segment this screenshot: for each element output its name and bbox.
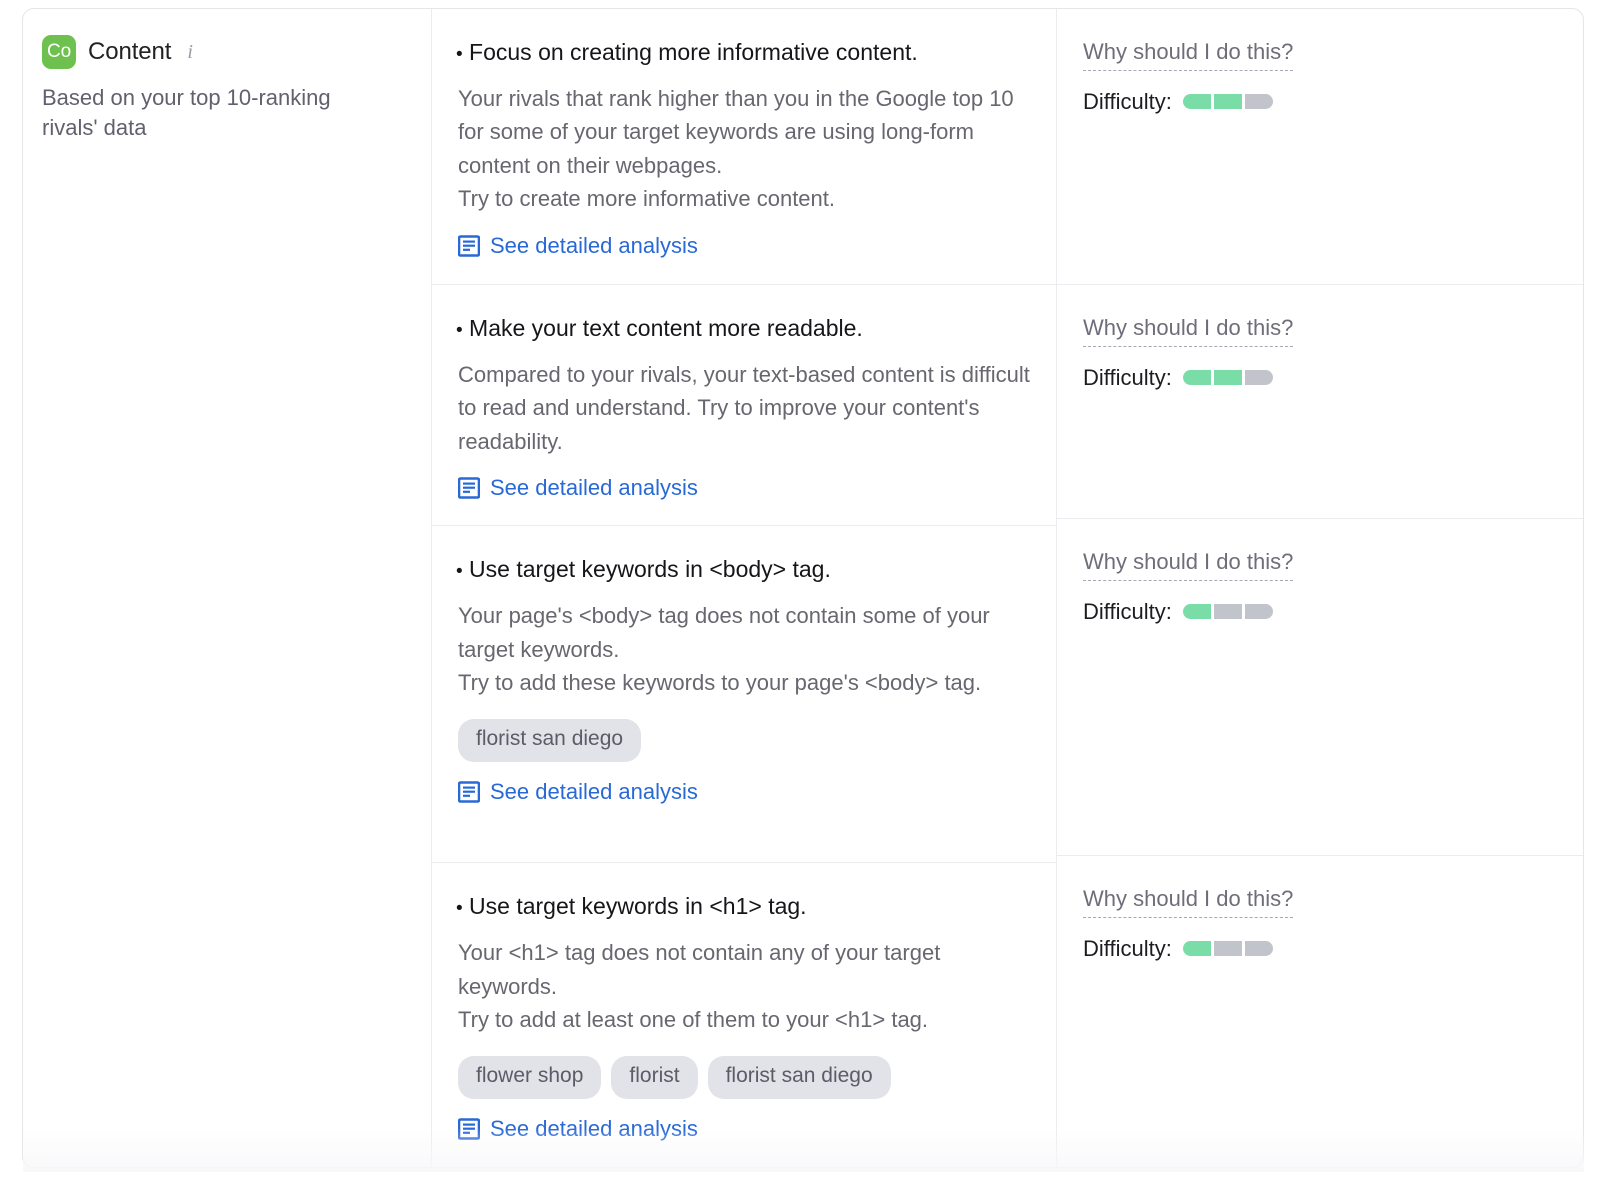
analysis-link-label: See detailed analysis <box>490 232 698 258</box>
content-category-card: Co Content i Based on your top 10-rankin… <box>22 8 1584 1168</box>
recommendation-title: • Use target keywords in <h1> tag. <box>456 892 1032 922</box>
recommendation-title-text: Make your text content more readable. <box>469 315 863 341</box>
difficulty-segment <box>1213 941 1242 956</box>
difficulty-label: Difficulty: <box>1083 88 1172 114</box>
analysis-link-label: See detailed analysis <box>490 778 698 804</box>
difficulty-segment <box>1244 604 1273 619</box>
difficulty-segment <box>1244 941 1273 956</box>
analysis-link-label: See detailed analysis <box>490 475 698 501</box>
category-header: Co Content i <box>42 35 411 69</box>
difficulty-row: Why should I do this? Difficulty: <box>1057 856 1583 1167</box>
description-line: Your <h1> tag does not contain any of yo… <box>458 940 941 999</box>
why-should-i-do-this-link[interactable]: Why should I do this? <box>1083 38 1294 71</box>
document-lines-icon <box>458 780 480 803</box>
why-should-i-do-this-link[interactable]: Why should I do this? <box>1083 885 1294 918</box>
recommendation-description: Your <h1> tag does not contain any of yo… <box>458 936 1032 1036</box>
keyword-chip[interactable]: florist <box>611 1056 698 1099</box>
recommendation-row: • Use target keywords in <h1> tag. Your … <box>432 863 1056 1167</box>
difficulty-label: Difficulty: <box>1083 935 1172 961</box>
recommendation-row: • Use target keywords in <body> tag. You… <box>432 526 1056 864</box>
recommendation-title-text: Focus on creating more informative conte… <box>469 39 918 65</box>
difficulty-row: Why should I do this? Difficulty: <box>1057 519 1583 856</box>
description-line: Your rivals that rank higher than you in… <box>458 85 1014 178</box>
description-line: Your page's <body> tag does not contain … <box>458 603 990 662</box>
keyword-chip-list: florist san diego <box>458 719 1032 762</box>
difficulty-meter: Difficulty: <box>1083 598 1559 624</box>
document-lines-icon <box>458 477 480 500</box>
keyword-chip[interactable]: florist san diego <box>458 719 642 762</box>
bullet-icon: • <box>456 561 463 583</box>
recommendation-title-text: Use target keywords in <h1> tag. <box>469 893 807 920</box>
recommendation-column: • Focus on creating more informative con… <box>432 9 1057 1167</box>
keyword-chip[interactable]: florist san diego <box>707 1056 891 1099</box>
recommendation-title-text: Use target keywords in <body> tag. <box>469 556 831 583</box>
recommendation-description: Your page's <body> tag does not contain … <box>458 599 1032 699</box>
difficulty-meter: Difficulty: <box>1083 364 1559 390</box>
recommendation-description: Your rivals that rank higher than you in… <box>458 82 1032 216</box>
recommendation-title: • Make your text content more readable. <box>456 314 1032 344</box>
difficulty-segment <box>1213 604 1242 619</box>
description-line: Try to add these keywords to your page's… <box>458 669 982 695</box>
why-should-i-do-this-link[interactable]: Why should I do this? <box>1083 314 1294 347</box>
difficulty-label: Difficulty: <box>1083 364 1172 390</box>
document-lines-icon <box>458 1117 480 1140</box>
difficulty-row: Why should I do this? Difficulty: <box>1057 9 1583 285</box>
difficulty-segment <box>1182 370 1211 385</box>
difficulty-meter: Difficulty: <box>1083 935 1559 961</box>
see-detailed-analysis-link[interactable]: See detailed analysis <box>458 778 1032 804</box>
keyword-chip[interactable]: flower shop <box>458 1056 602 1099</box>
difficulty-segment <box>1244 370 1273 385</box>
difficulty-bar <box>1182 94 1273 109</box>
why-should-i-do-this-link[interactable]: Why should I do this? <box>1083 548 1294 581</box>
see-detailed-analysis-link[interactable]: See detailed analysis <box>458 1115 1032 1141</box>
category-column: Co Content i Based on your top 10-rankin… <box>23 9 432 1167</box>
analysis-link-label: See detailed analysis <box>490 1115 698 1141</box>
difficulty-bar <box>1182 370 1273 385</box>
recommendation-row: • Make your text content more readable. … <box>432 285 1056 527</box>
recommendation-title: • Use target keywords in <body> tag. <box>456 555 1032 585</box>
recommendation-description: Compared to your rivals, your text-based… <box>458 358 1032 458</box>
difficulty-label: Difficulty: <box>1083 598 1172 624</box>
recommendation-title: • Focus on creating more informative con… <box>456 38 1032 68</box>
description-line: Try to create more informative content. <box>458 186 835 212</box>
difficulty-bar <box>1182 941 1273 956</box>
difficulty-row: Why should I do this? Difficulty: <box>1057 285 1583 519</box>
difficulty-bar <box>1182 604 1273 619</box>
difficulty-segment <box>1182 941 1211 956</box>
difficulty-segment <box>1213 94 1242 109</box>
document-lines-icon <box>458 234 480 257</box>
difficulty-column: Why should I do this? Difficulty: Why sh… <box>1057 9 1583 1167</box>
seo-recommendations-panel: Co Content i Based on your top 10-rankin… <box>0 0 1600 1181</box>
category-subtitle: Based on your top 10-ranking rivals' dat… <box>42 85 331 140</box>
content-badge-icon: Co <box>42 35 76 69</box>
difficulty-segment <box>1244 94 1273 109</box>
recommendations-grid: Co Content i Based on your top 10-rankin… <box>23 9 1583 1167</box>
difficulty-segment <box>1182 94 1211 109</box>
difficulty-meter: Difficulty: <box>1083 88 1559 114</box>
recommendation-row: • Focus on creating more informative con… <box>432 9 1056 285</box>
difficulty-segment <box>1182 604 1211 619</box>
info-icon[interactable]: i <box>187 42 193 62</box>
category-title: Content <box>88 38 172 65</box>
see-detailed-analysis-link[interactable]: See detailed analysis <box>458 232 1032 258</box>
bullet-icon: • <box>456 320 463 341</box>
keyword-chip-list: flower shop florist florist san diego <box>458 1056 1032 1099</box>
description-line: Compared to your rivals, your text-based… <box>458 361 1030 454</box>
description-line: Try to add at least one of them to your … <box>458 1006 929 1032</box>
bullet-icon: • <box>456 898 463 920</box>
difficulty-segment <box>1213 370 1242 385</box>
see-detailed-analysis-link[interactable]: See detailed analysis <box>458 475 1032 501</box>
bullet-icon: • <box>456 44 463 65</box>
